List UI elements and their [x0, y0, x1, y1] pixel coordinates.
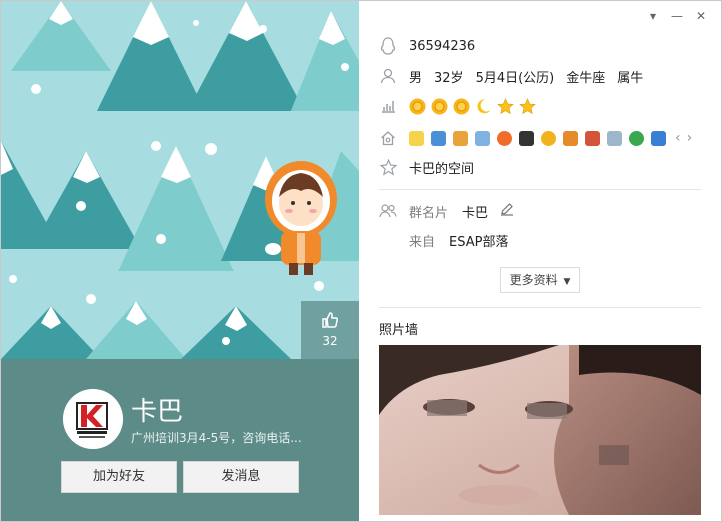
minimize-button[interactable]: —: [669, 9, 685, 23]
group-card-value: 卡巴: [462, 205, 489, 221]
from-value: ESAP部落: [449, 234, 509, 250]
photo-icon[interactable]: [431, 130, 446, 146]
chinese-zodiac: 属牛: [617, 70, 644, 86]
services-row: ‹ ›: [379, 127, 692, 149]
from-label: 来自: [409, 234, 436, 250]
more-info-button[interactable]: 更多资料 ▼: [500, 267, 580, 293]
level-row: [379, 95, 541, 117]
caret-down-icon: ▼: [563, 277, 571, 287]
profile-card: 卡巴 广州培训3月4-5号，咨询电话... 加为好友 发消息: [1, 359, 359, 521]
profile-window: 32 卡巴 广州培训3月4-5号，咨询电话... 加为好友 发消息 ▾ — ✕: [0, 0, 722, 522]
game-icon[interactable]: [585, 130, 600, 146]
right-panel: ▾ — ✕ 36594236 男 32岁 5月4日(公历) 金牛座 属牛 ‹ ›…: [359, 1, 721, 521]
penguin-icon: [379, 37, 397, 55]
add-friend-button[interactable]: 加为好友: [61, 461, 177, 493]
thumbs-up-icon: [322, 312, 338, 328]
coin-icon[interactable]: [541, 130, 556, 146]
diamond-icon[interactable]: [607, 130, 622, 146]
source-row: 来自 ESAP部落: [409, 229, 508, 251]
more-info-label: 更多资料: [509, 273, 558, 287]
divider: [379, 307, 701, 308]
window-menu-button[interactable]: ▾: [645, 9, 661, 23]
qzone-link[interactable]: 卡巴的空间: [409, 158, 474, 177]
pet-icon[interactable]: [563, 130, 578, 146]
penguin-service-icon[interactable]: [519, 130, 534, 146]
g-app-icon[interactable]: [497, 130, 512, 146]
edit-icon[interactable]: [500, 202, 514, 220]
signature[interactable]: 广州培训3月4-5号，咨询电话...: [131, 429, 302, 446]
left-panel: 32 卡巴 广州培训3月4-5号，咨询电话... 加为好友 发消息: [1, 1, 359, 521]
star-level-icon[interactable]: [497, 97, 514, 115]
sun-level-icon[interactable]: [453, 98, 470, 115]
mail-icon[interactable]: [475, 130, 490, 146]
group-card-row: 群名片 卡巴: [379, 200, 514, 222]
divider: [379, 189, 701, 190]
person-icon: [379, 67, 397, 85]
sun-level-icon[interactable]: [431, 98, 448, 115]
star-level-icon[interactable]: [519, 97, 536, 115]
avatar[interactable]: [63, 389, 123, 449]
group-icon: [379, 202, 397, 220]
gender: 男: [409, 70, 423, 86]
close-button[interactable]: ✕: [693, 9, 709, 23]
star-outline-icon: [379, 158, 397, 176]
qq-number: 36594236: [409, 38, 476, 54]
zodiac: 金牛座: [566, 70, 606, 86]
chevron-right-icon[interactable]: ›: [687, 130, 693, 146]
send-message-button[interactable]: 发消息: [183, 461, 299, 493]
qzone-row[interactable]: 卡巴的空间: [379, 156, 474, 178]
group-card-label: 群名片: [409, 205, 449, 221]
photo-wall-image[interactable]: [379, 345, 701, 515]
chevron-left-icon[interactable]: ‹: [675, 130, 681, 146]
home-icon: [379, 129, 397, 147]
document-icon[interactable]: [453, 130, 468, 146]
level-chart-icon: [379, 97, 397, 115]
basic-info-row: 男 32岁 5月4日(公历) 金牛座 属牛: [379, 65, 655, 87]
moon-level-icon[interactable]: [475, 98, 492, 115]
like-button[interactable]: 32: [301, 301, 359, 359]
music-icon[interactable]: [651, 130, 666, 146]
like-count: 32: [322, 334, 338, 348]
crown-star-icon[interactable]: [409, 130, 424, 146]
photo-wall-title: 照片墙: [379, 323, 419, 338]
kaspersky-logo-icon: [63, 389, 123, 449]
nickname: 卡巴: [131, 397, 184, 427]
earth-icon[interactable]: [629, 130, 644, 146]
sun-level-icon[interactable]: [409, 98, 426, 115]
age: 32岁: [434, 70, 464, 86]
birthday: 5月4日(公历): [475, 70, 555, 86]
qq-number-row: 36594236: [379, 35, 475, 57]
